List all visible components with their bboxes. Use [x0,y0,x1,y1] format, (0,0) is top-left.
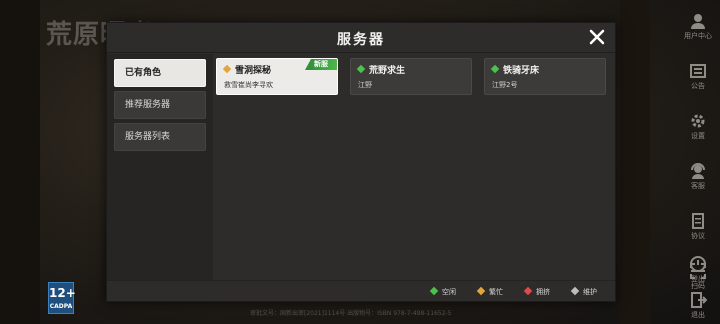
background-tree [0,0,40,324]
side-item-label: 协议 [691,232,705,240]
side-item-exit[interactable]: 退出 [676,287,720,324]
server-name: 铁骑牙床 [490,63,540,76]
server-role-name: 江野2号 [492,81,518,89]
side-item-label: 退出 [691,311,705,319]
status-legend: 空闲 繁忙 拥挤 维护 [107,280,615,302]
server-card[interactable]: 荒野求生 江野 [350,58,472,95]
server-name-text: 雪洞探秘 [235,66,272,76]
status-idle-icon [429,286,439,296]
gear-icon [691,114,705,128]
age-rating-badge: 12+ CADPA [48,282,76,314]
legend-label: 繁忙 [489,288,503,296]
server-card[interactable]: 铁骑牙床 江野2号 [484,58,606,95]
status-busy-icon [222,64,232,74]
tab-existing-roles[interactable]: 已有角色 [114,59,206,87]
tab-recommended-servers[interactable]: 推荐服务器 [114,91,206,119]
legend-maintenance: 维护 [570,286,597,297]
user-icon [691,14,705,29]
status-idle-icon [490,64,500,74]
server-name: 荒野求生 [356,63,406,76]
side-item-label: 公告 [691,82,705,90]
legend-crowded: 拥挤 [523,286,550,297]
server-name-text: 荒野求生 [369,66,406,76]
status-busy-icon [476,286,486,296]
dialog-header: 服务器 [107,23,615,53]
side-item-label: 用户中心 [684,32,712,40]
legend-idle: 空闲 [429,286,456,297]
side-item-support[interactable]: 客服 [676,162,720,208]
side-item-user-center[interactable]: 用户中心 [676,12,720,58]
background-tree [620,0,650,324]
status-crowded-icon [523,286,533,296]
server-card[interactable]: 雪洞探秘 救雪崔尚李寻欢 新服 [216,58,338,95]
tab-server-list[interactable]: 服务器列表 [114,123,206,151]
close-button[interactable] [587,27,607,47]
status-idle-icon [356,64,366,74]
server-role-name: 救雪崔尚李寻欢 [224,81,273,89]
server-name-text: 铁骑牙床 [503,66,540,76]
side-item-label: 客服 [691,182,705,190]
server-dialog: 服务器 已有角色 推荐服务器 服务器列表 雪洞探秘 救雪崔尚李寻欢 新服 荒野求… [106,22,616,302]
support-icon [691,163,705,179]
age-rating-sub: CADPA [49,303,73,310]
legend-label: 维护 [583,288,597,296]
document-icon [692,213,704,229]
side-menu: 用户中心 公告 设置 客服 协议 扫码 登出 退出 [676,8,720,319]
status-maintenance-icon [570,286,580,296]
side-item-notice[interactable]: 公告 [676,62,720,108]
legend-label: 空闲 [442,288,456,296]
side-item-settings[interactable]: 设置 [676,112,720,158]
new-server-badge: 新服 [305,59,337,70]
license-footer: 审批文号：国新出审[2021]1114号 出版物号：ISBN 978-7-498… [250,310,452,317]
side-item-label: 设置 [691,132,705,140]
legend-label: 拥挤 [536,288,550,296]
notice-icon [690,64,706,78]
close-icon [589,29,605,45]
dialog-title: 服务器 [337,32,385,48]
legend-busy: 繁忙 [476,286,503,297]
age-rating-number: 12+ [49,286,76,300]
side-item-label: 登出 [691,275,705,283]
server-tabs-panel: 已有角色 推荐服务器 服务器列表 [107,54,213,280]
logout-icon [690,256,706,272]
server-name: 雪洞探秘 [222,63,272,76]
server-role-name: 江野 [358,81,372,89]
exit-icon [691,292,707,308]
